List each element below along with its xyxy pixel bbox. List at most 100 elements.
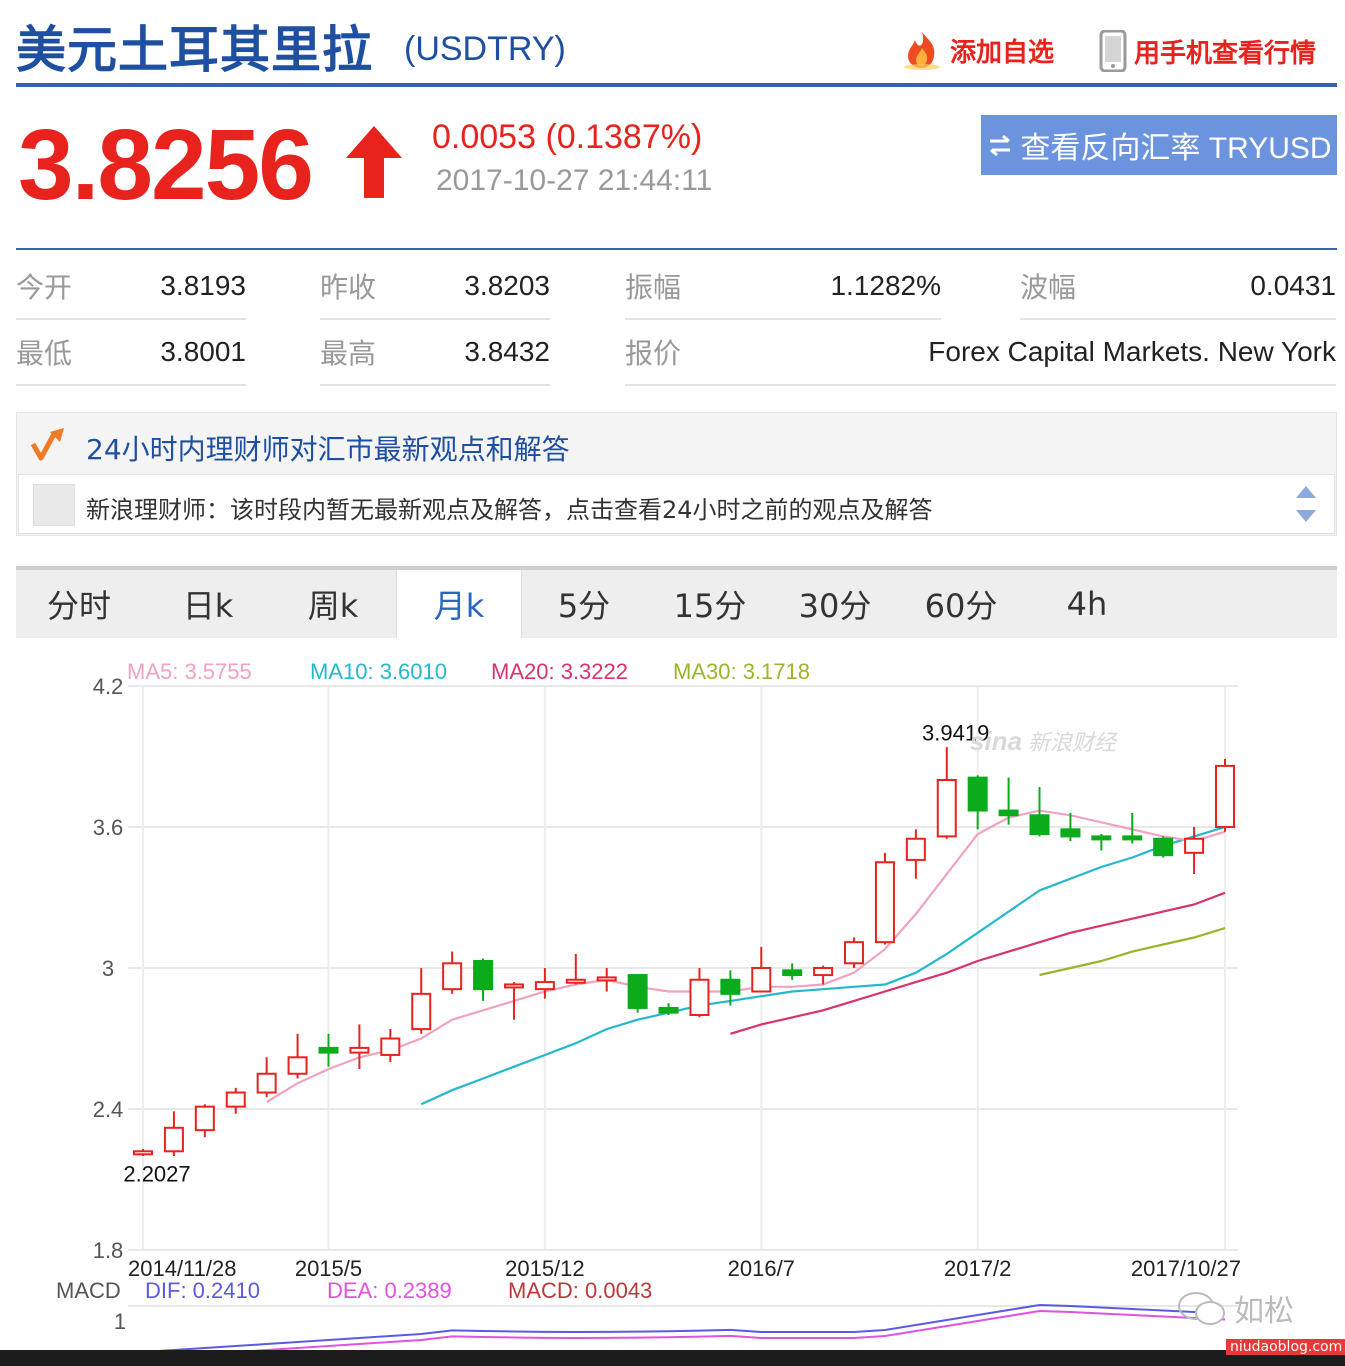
candle-body: [1060, 828, 1081, 838]
y-tick-label: 2.4: [93, 1097, 124, 1122]
candle-body: [411, 992, 432, 1031]
flame-icon: [904, 32, 940, 70]
stat-label: 振幅: [625, 271, 682, 304]
stat-value: 3.8193: [160, 270, 246, 301]
candle-body: [163, 1126, 184, 1153]
current-price: 3.8256: [18, 109, 314, 221]
candle-body: [473, 959, 494, 991]
candle-body: [874, 861, 895, 944]
candle-body: [782, 969, 803, 977]
candle-body: [1029, 814, 1050, 836]
candle-body: [133, 1150, 153, 1156]
tab-15min[interactable]: 15分: [648, 570, 772, 638]
tab-daily-k[interactable]: 日k: [146, 570, 270, 638]
kline-chart[interactable]: 4.23.632.41.82014/11/28 2015/5 2015/12 2016…: [0, 650, 1345, 1350]
stat-value: 3.8432: [464, 336, 550, 367]
stat-low: 最低 3.8001: [16, 320, 246, 386]
stat-quote-source: 报价 Forex Capital Markets. New York: [625, 320, 1336, 386]
add-watchlist-label: 添加自选: [950, 37, 1055, 68]
y-tick-label: 3.6: [93, 815, 124, 840]
candle-body: [534, 981, 555, 991]
mobile-view-button[interactable]: 用手机查看行情: [1098, 30, 1316, 72]
macd-legend: DIF: 0.2410: [145, 1278, 260, 1303]
y-tick-label: 3: [102, 956, 114, 981]
candle-body: [998, 809, 1019, 817]
candle-body: [658, 1006, 679, 1014]
tab-60min[interactable]: 60分: [898, 570, 1024, 638]
svg-text:sina: sina: [970, 726, 1022, 756]
candle-body: [813, 967, 834, 977]
stat-value: 3.8203: [464, 270, 550, 301]
stat-label: 昨收: [320, 271, 377, 304]
y-tick-label: 4.2: [93, 674, 124, 699]
candle-body: [256, 1072, 277, 1094]
stat-value: 0.0431: [1250, 270, 1336, 301]
legend-ma20: MA20: 3.3222: [491, 659, 628, 684]
candle-body: [565, 978, 586, 984]
candle-body: [596, 976, 617, 982]
y-tick-label: 1.8: [93, 1238, 124, 1263]
candle-body: [720, 978, 741, 995]
candle-body: [380, 1037, 401, 1056]
stat-value: 3.8001: [160, 336, 246, 367]
candle-body: [905, 837, 926, 861]
tab-5min[interactable]: 5分: [522, 570, 646, 638]
advisor-title[interactable]: 24小时内理财师对汇市最新观点和解答: [86, 428, 570, 468]
candle-body: [689, 978, 710, 1016]
stat-label: 今开: [16, 271, 73, 304]
mobile-view-label: 用手机查看行情: [1134, 38, 1317, 69]
stat-high: 最高 3.8432: [320, 320, 550, 386]
tab-timeshare[interactable]: 分时: [16, 570, 142, 638]
stat-label: 最高: [320, 337, 377, 370]
stat-open: 今开 3.8193: [16, 254, 246, 320]
stat-value: 1.1282%: [830, 270, 941, 301]
legend-ma5: MA5: 3.5755: [127, 659, 252, 684]
reverse-rate-button[interactable]: 查看反向汇率 TRYUSD: [981, 115, 1337, 175]
legend-ma30: MA30: 3.1718: [673, 659, 810, 684]
candlestick-series: [133, 747, 1235, 1156]
macd-y-tick: 1: [114, 1309, 126, 1334]
stat-label: 最低: [16, 337, 73, 370]
macd-legend: MACD: [56, 1278, 121, 1303]
candle-body: [751, 967, 772, 993]
macd-legend: DEA: 0.2389: [327, 1278, 452, 1303]
chart-labels: 4.23.632.41.82014/11/28 2015/5 2015/12 2016…: [56, 659, 1241, 1334]
avatar: [33, 484, 75, 526]
chart-grid: [128, 685, 1238, 1307]
add-watchlist-button[interactable]: 添加自选: [900, 30, 1054, 70]
candle-body: [318, 1046, 339, 1054]
svg-text:新浪财经: 新浪财经: [1028, 731, 1118, 756]
tab-monthly-k[interactable]: 月k: [396, 570, 522, 638]
page-title: 美元土耳其里拉: [16, 21, 373, 79]
stat-label: 报价: [625, 337, 682, 370]
watermark-logo: 如松: [1176, 1286, 1294, 1330]
candle-body: [503, 983, 524, 989]
candle-body: [194, 1105, 215, 1132]
stat-value: Forex Capital Markets. New York: [928, 336, 1336, 367]
legend-ma10: MA10: 3.6010: [310, 659, 447, 684]
candle-body: [287, 1056, 308, 1075]
quote-timestamp: 2017-10-27 21:44:11: [436, 164, 713, 197]
bottom-bar: [0, 1350, 1345, 1366]
phone-icon: [1099, 30, 1127, 72]
stat-range: 波幅 0.0431: [1020, 254, 1336, 320]
scroll-arrows-icon[interactable]: [1294, 484, 1318, 524]
candle-body: [1122, 835, 1143, 841]
tab-4h[interactable]: 4h: [1024, 570, 1150, 638]
reverse-rate-label: 查看反向汇率 TRYUSD: [1020, 132, 1332, 165]
candle-body: [442, 962, 463, 991]
watermark-site: niudaoblog.com: [1226, 1339, 1345, 1355]
trend-icon: [30, 428, 64, 461]
candle-body: [967, 776, 988, 812]
candle-body: [349, 1046, 370, 1054]
x-tick-label: 2016/7: [728, 1256, 795, 1281]
stats-divider: [16, 248, 1337, 250]
header-divider: [16, 83, 1337, 87]
tab-weekly-k[interactable]: 周k: [270, 570, 396, 638]
sina-watermark: sina 新浪财经: [970, 726, 1118, 756]
candle-body: [225, 1091, 246, 1108]
stat-amplitude: 振幅 1.1282%: [625, 254, 941, 320]
advisor-message[interactable]: 新浪理财师：该时段内暂无最新观点及解答，点击查看24小时之前的观点及解答: [86, 490, 933, 525]
tab-30min[interactable]: 30分: [772, 570, 898, 638]
candle-body: [1215, 764, 1235, 829]
